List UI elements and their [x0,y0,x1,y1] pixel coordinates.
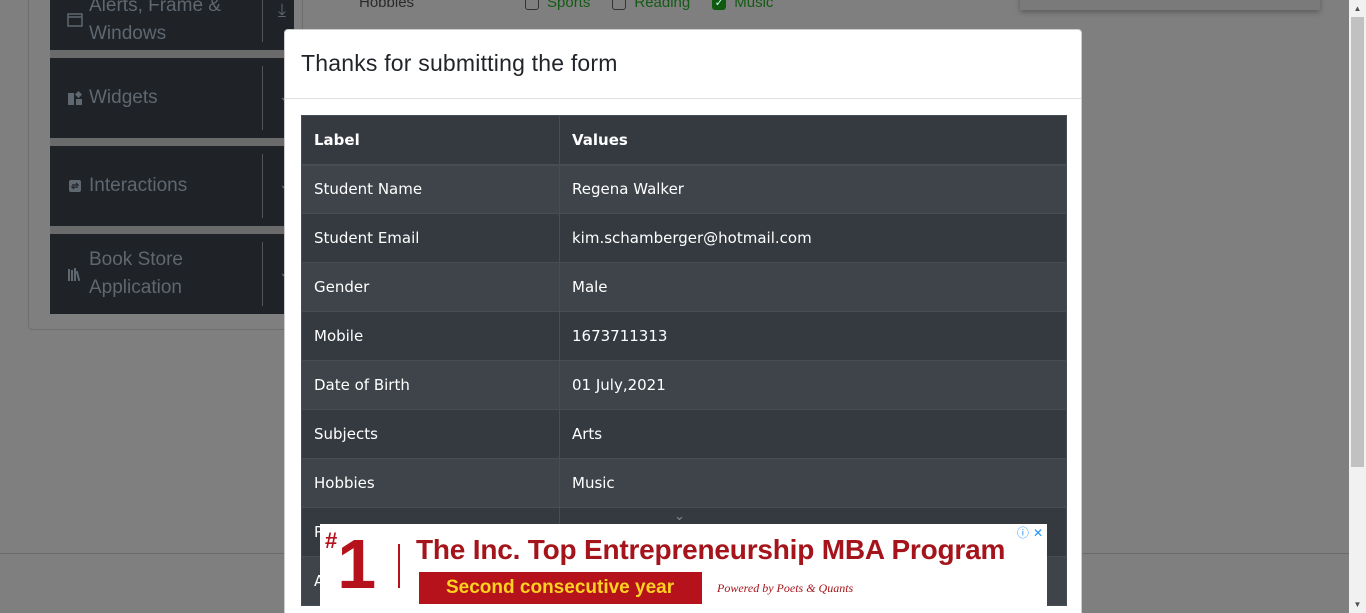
ad-powered-by: Powered by Poets & Quants [717,581,854,595]
ad-divider [398,544,400,588]
row-label: Student Name [301,164,560,214]
page-scrollbar[interactable]: ▲ ▼ [1349,0,1366,613]
scroll-down-icon[interactable]: ▼ [1349,596,1366,613]
adchoices-icon[interactable]: ⓘ ✕ [1017,524,1043,541]
close-icon[interactable]: ✕ [1033,526,1043,540]
interactions-icon [67,178,83,194]
sidebar-group-label: Alerts, Frame & Windows [89,0,221,44]
row-value: Regena Walker [559,164,1067,214]
row-label: Gender [301,262,560,312]
row-value: kim.schamberger@hotmail.com [559,213,1067,263]
ad-rank: #1 [325,525,377,603]
sidebar-group-interactions[interactable]: Interactions ⌄ [50,146,294,226]
sidebar-group-alerts[interactable]: Alerts, Frame & Windows ⤓ [50,0,294,50]
top-card [1020,0,1320,10]
row-value: 01 July,2021 [559,360,1067,410]
download-icon[interactable]: ⤓ [278,0,286,21]
table-row: Gender Male [301,262,1067,312]
row-label: Date of Birth [301,360,560,410]
sidebar-group-widgets[interactable]: Widgets ⌄ [50,58,294,138]
table-row: Hobbies Music [301,458,1067,508]
column-header-label: Label [301,115,560,166]
scroll-up-icon[interactable]: ▲ [1349,0,1366,17]
row-value: Music [559,458,1067,508]
books-icon [67,266,83,282]
chevron-down-icon[interactable]: ⌄ [674,508,685,524]
modal-title: Thanks for submitting the form [301,50,618,76]
hobbies-label: Hobbies [359,0,415,11]
hobbies-field: Hobbies Sports Reading ✓ Music [359,0,795,11]
row-value: Male [559,262,1067,312]
row-label: Student Email [301,213,560,263]
table-row: Subjects Arts [301,409,1067,459]
scroll-thumb[interactable] [1351,17,1364,467]
sidebar-group-bookstore[interactable]: Book Store Application ⌄ [50,234,294,314]
row-label: Subjects [301,409,560,459]
sidebar-group-label: Interactions [89,175,188,196]
table-row: Date of Birth 01 July,2021 [301,360,1067,410]
modal-header: Thanks for submitting the form [285,30,1081,99]
window-icon [67,12,83,28]
row-value: Arts [559,409,1067,459]
table-header-row: Label Values [301,115,1067,166]
column-header-values: Values [559,115,1067,166]
row-label: Mobile [301,311,560,361]
row-value: 1673711313 [559,311,1067,361]
ad-tagline: Second consecutive year [419,572,702,604]
table-row: Student Name Regena Walker [301,164,1067,214]
checkbox-music[interactable]: ✓ Music [712,0,773,11]
ad-headline: The Inc. Top Entrepreneurship MBA Progra… [416,534,1006,565]
table-row: Mobile 1673711313 [301,311,1067,361]
checkbox-reading[interactable]: Reading [612,0,690,11]
table-row: Student Email kim.schamberger@hotmail.com [301,213,1067,263]
sidebar-group-label: Book Store Application [89,249,183,298]
row-label: Hobbies [301,458,560,508]
advertisement-banner[interactable]: #1 The Inc. Top Entrepreneurship MBA Pro… [320,524,1047,613]
checkbox-sports[interactable]: Sports [525,0,590,11]
sidebar-group-label: Widgets [89,87,158,108]
widgets-icon [67,90,83,106]
